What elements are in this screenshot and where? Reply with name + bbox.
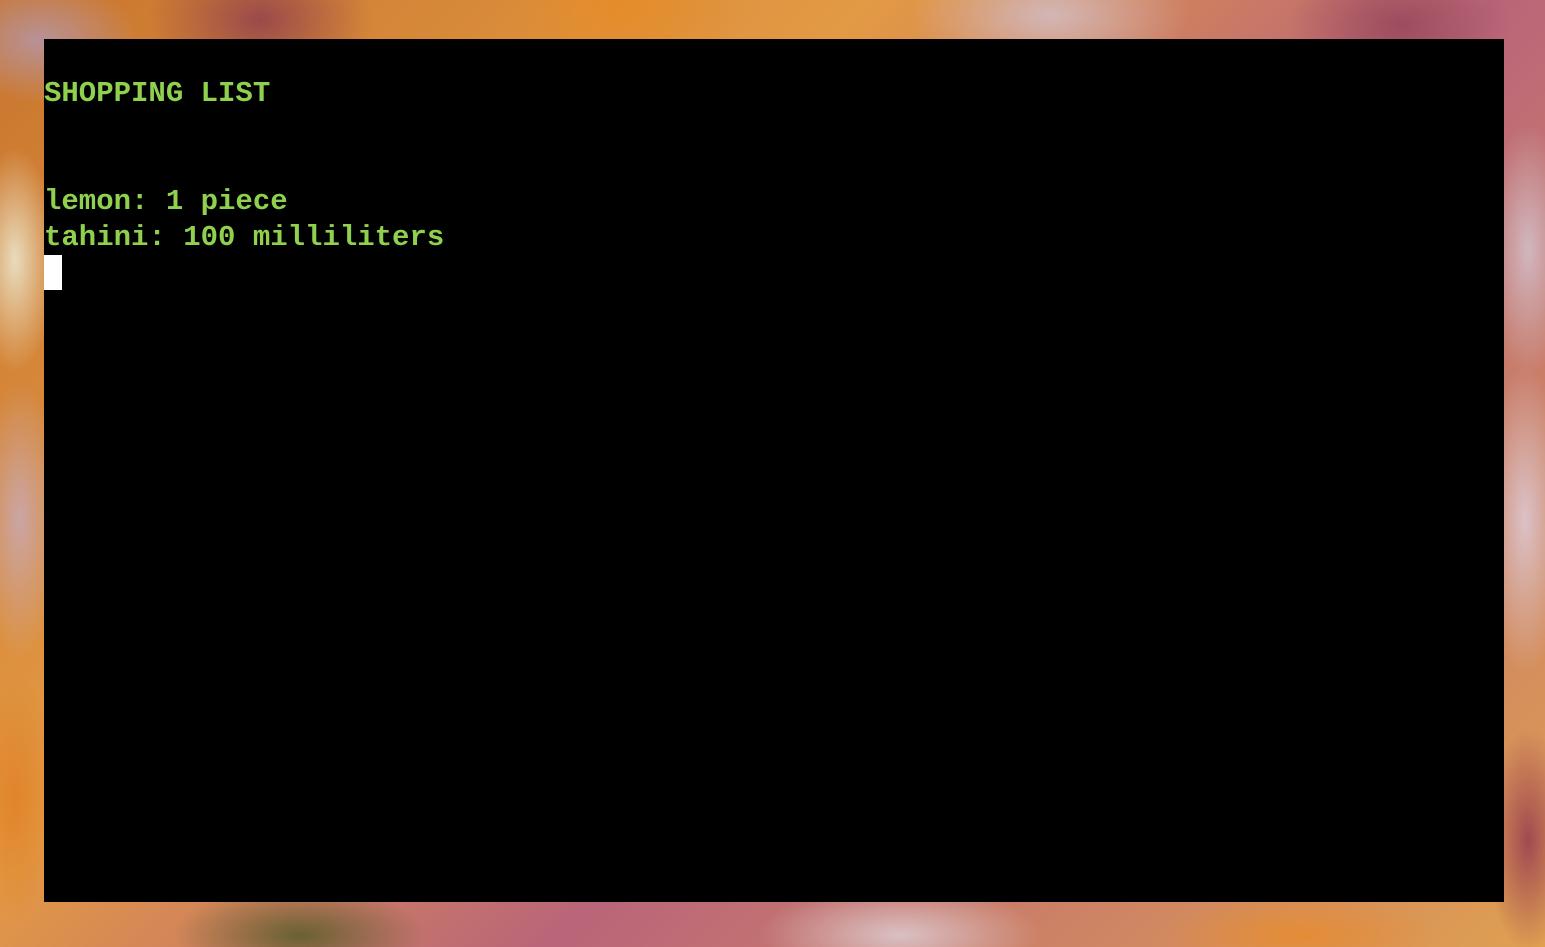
terminal-window[interactable]: SHOPPING LIST lemon: 1 piece tahini: 100… xyxy=(44,39,1504,902)
list-item: tahini: 100 milliliters xyxy=(44,221,445,254)
shopping-list-title: SHOPPING LIST xyxy=(44,77,271,110)
text-cursor[interactable] xyxy=(44,255,62,290)
list-item: lemon: 1 piece xyxy=(44,185,288,218)
